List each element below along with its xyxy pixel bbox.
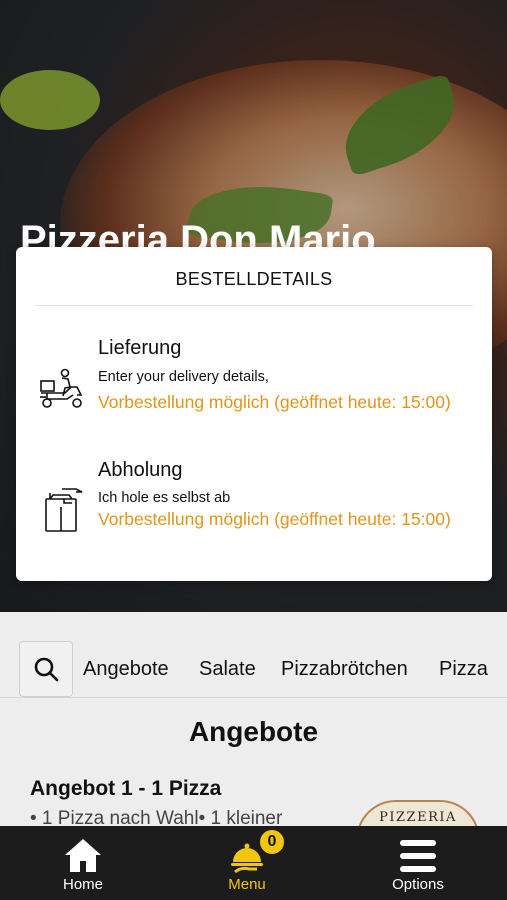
delivery-subtitle: Enter your delivery details, [98,369,269,385]
modal-divider [35,305,473,306]
category-tab-angebote[interactable]: Angebote [83,658,169,681]
pickup-option[interactable]: Abholung Ich hole es selbst ab Vorbestel… [16,457,492,567]
nav-menu[interactable]: 0 Menu [182,826,312,900]
home-icon [65,839,101,872]
product-title[interactable]: Angebot 1 - 1 Pizza [30,777,221,801]
delivery-scooter-icon [40,368,83,408]
product-logo-text: PIZZERIA [379,810,457,825]
pickup-preorder-note: Vorbestellung möglich (geöffnet heute: 1… [98,509,451,529]
delivery-option[interactable]: Lieferung Enter your delivery details, V… [16,335,492,445]
nav-menu-label: Menu [228,876,266,893]
hamburger-menu-icon [400,840,436,872]
delivery-title: Lieferung [98,337,182,359]
search-icon [34,657,59,682]
pickup-title: Abholung [98,459,183,481]
bottom-navigation: Home 0 Menu Options [0,826,507,900]
pickup-subtitle: Ich hole es selbst ab [98,490,231,506]
category-tab-pizza[interactable]: Pizza [439,658,488,681]
nav-options[interactable]: Options [353,826,483,900]
nav-home[interactable]: Home [18,826,148,900]
modal-title: BESTELLDETAILS [175,269,333,289]
category-tab-pizzabroetchen[interactable]: Pizzabrötchen [281,658,408,681]
delivery-preorder-note: Vorbestellung möglich (geöffnet heute: 1… [98,392,451,412]
category-bar: Angebote Salate Pizzabrötchen Pizza [0,630,507,700]
takeaway-bag-icon [45,488,83,532]
section-title: Angebote [188,716,319,747]
category-divider [0,697,507,698]
category-tab-salate[interactable]: Salate [199,658,256,681]
nav-options-label: Options [392,876,444,893]
cart-count-badge: 0 [260,830,284,854]
search-button[interactable] [19,641,73,697]
nav-home-label: Home [62,876,103,893]
order-details-modal: BESTELLDETAILS Lieferung Enter your deli… [16,247,492,581]
